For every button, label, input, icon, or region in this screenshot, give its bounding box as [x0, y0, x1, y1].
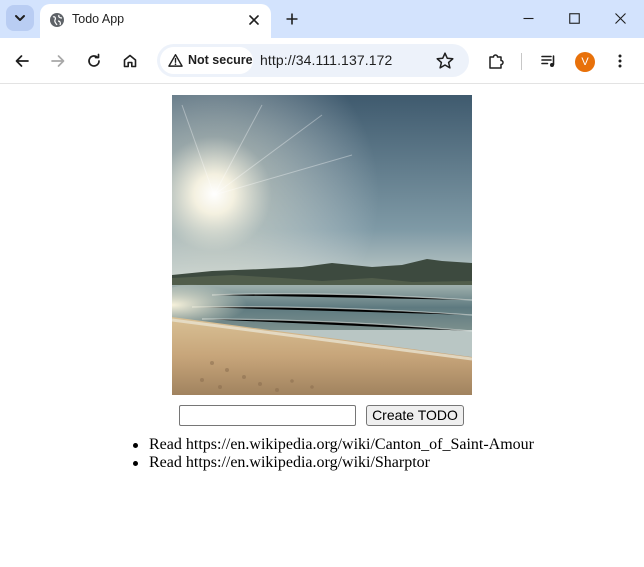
window-close-icon [614, 12, 626, 24]
list-item: Read https://en.wikipedia.org/wiki/Canto… [133, 436, 534, 454]
avatar[interactable]: V [575, 52, 595, 72]
page-content: Create TODO Read https://en.wikipedia.or… [0, 85, 644, 567]
todo-list: Read https://en.wikipedia.org/wiki/Canto… [133, 436, 534, 472]
security-chip[interactable]: Not secure [160, 47, 253, 74]
create-todo-button[interactable]: Create TODO [366, 405, 464, 426]
minimize-icon [523, 17, 533, 19]
todo-item-text: Read https://en.wikipedia.org/wiki/Sharp… [149, 454, 430, 471]
new-tab-button[interactable] [281, 8, 303, 30]
url-text[interactable]: http://34.111.137.172 [260, 52, 392, 68]
kebab-menu-icon [618, 54, 622, 68]
bullet-icon [133, 443, 138, 448]
toolbar-divider [521, 53, 522, 70]
home-icon [123, 54, 137, 68]
minimize-button[interactable] [505, 0, 551, 36]
warning-triangle-icon [168, 53, 183, 67]
star-icon[interactable] [435, 51, 455, 71]
forward-button[interactable] [46, 49, 70, 73]
back-button[interactable] [10, 49, 34, 73]
extensions-button[interactable] [484, 49, 508, 73]
tab-title: Todo App [72, 12, 125, 26]
menu-button[interactable] [608, 49, 632, 73]
bullet-icon [133, 461, 138, 466]
reload-button[interactable] [82, 49, 106, 73]
maximize-icon [568, 12, 580, 24]
plus-icon [286, 13, 298, 25]
beach-photo [172, 95, 472, 395]
tab-search-button[interactable] [6, 5, 34, 31]
media-button[interactable] [537, 49, 561, 73]
puzzle-icon [489, 54, 504, 69]
todo-item-text: Read https://en.wikipedia.org/wiki/Canto… [149, 436, 534, 453]
tab-strip: Todo App [0, 0, 644, 38]
reload-icon [88, 53, 100, 67]
security-label: Not secure [188, 53, 253, 67]
home-button[interactable] [118, 49, 142, 73]
tab-todo-app[interactable]: Todo App [40, 4, 271, 38]
media-queue-icon [541, 55, 555, 67]
address-bar[interactable]: Not secure http://34.111.137.172 [157, 44, 469, 77]
chevron-down-icon [15, 15, 25, 21]
globe-icon [50, 13, 64, 27]
browser-toolbar: Not secure http://34.111.137.172 V [0, 38, 644, 84]
arrow-left-icon [15, 55, 29, 67]
maximize-button[interactable] [551, 0, 597, 36]
list-item: Read https://en.wikipedia.org/wiki/Sharp… [133, 454, 534, 472]
todo-input[interactable] [179, 405, 356, 426]
close-icon [249, 15, 259, 25]
window-close-button[interactable] [597, 0, 643, 36]
arrow-right-icon [51, 55, 65, 67]
tab-close-button[interactable] [245, 11, 263, 29]
